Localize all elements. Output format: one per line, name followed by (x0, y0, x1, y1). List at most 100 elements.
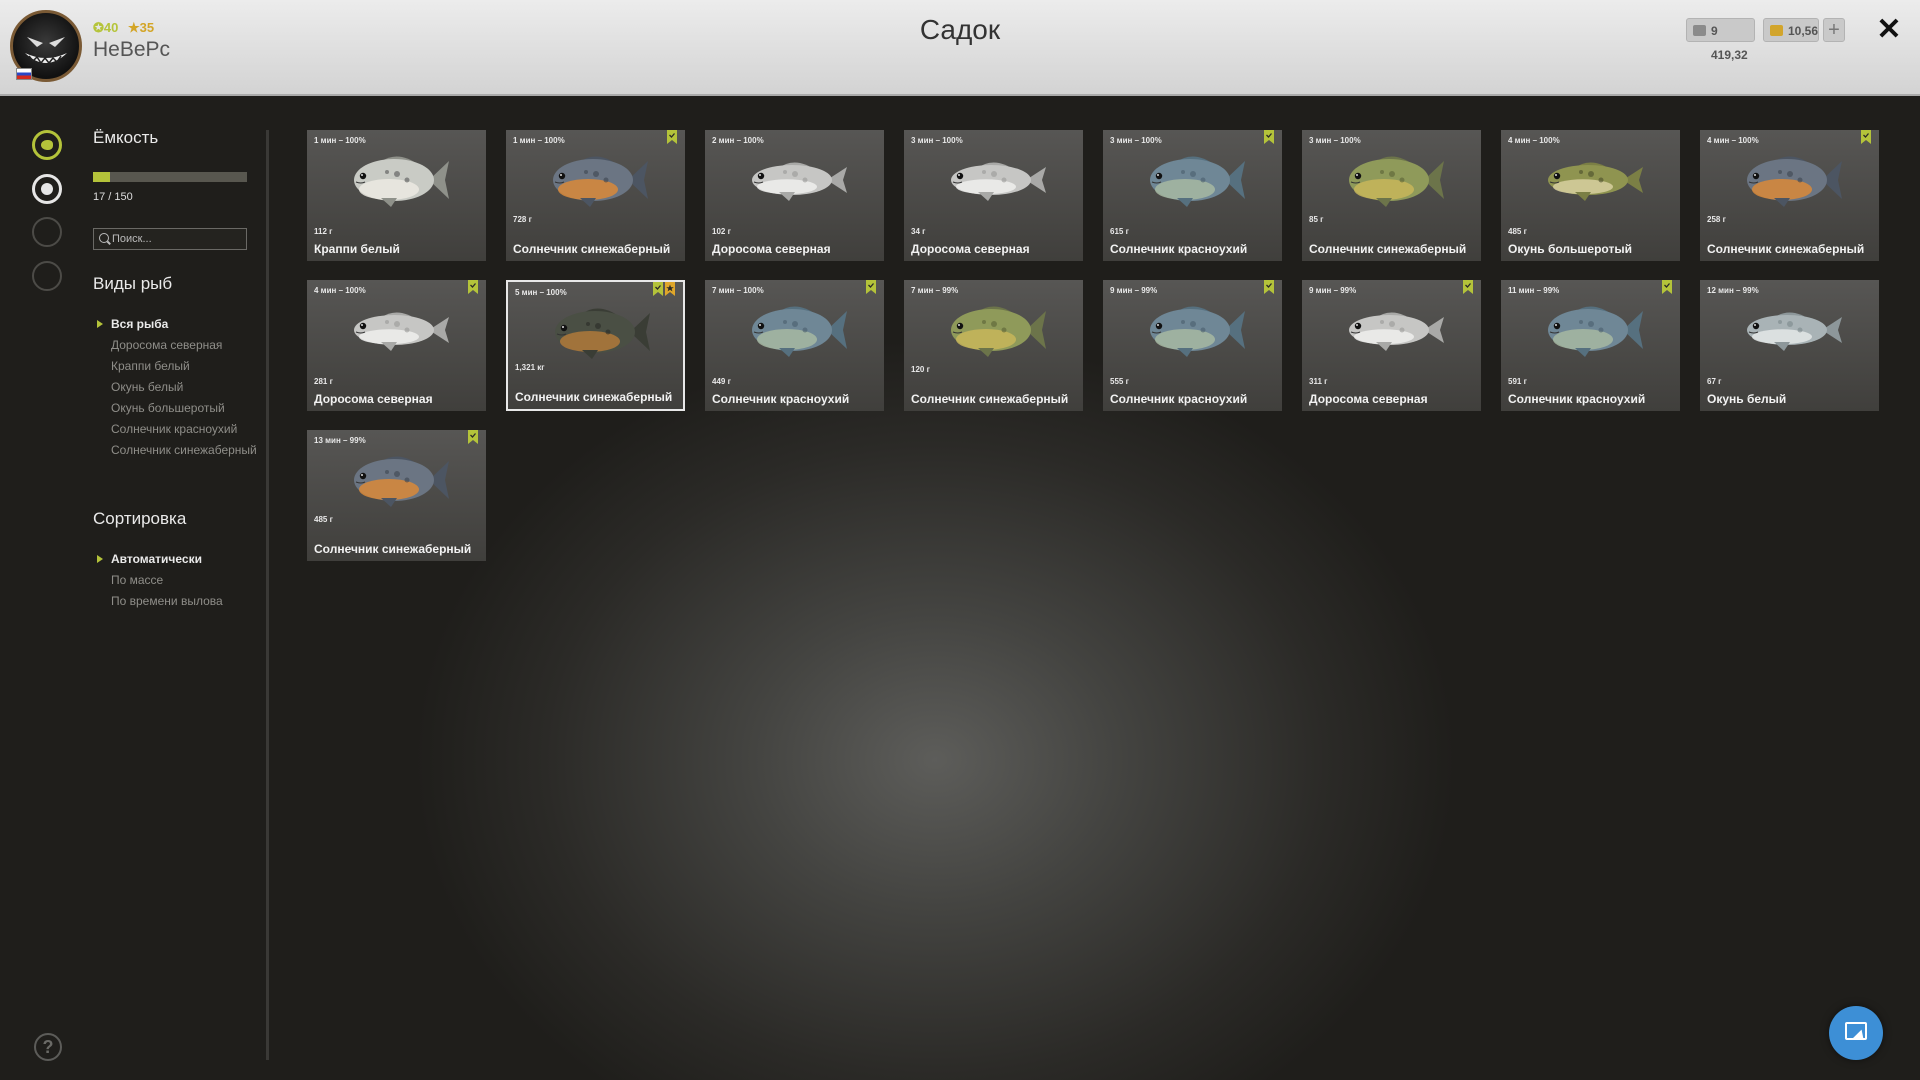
catch-time: 3 мин – 100% (1309, 136, 1361, 145)
fish-card[interactable]: 12 мин – 99% 67 г Окунь белый (1700, 280, 1879, 411)
fish-image (339, 450, 454, 510)
catch-time: 7 мин – 99% (911, 286, 959, 295)
fish-weight: 85 г (1309, 215, 1324, 224)
fish-weight: 615 г (1110, 227, 1129, 236)
fish-card[interactable]: 2 мин – 100% 102 г Доросома северная (705, 130, 884, 261)
favorite-star-icon[interactable] (665, 282, 675, 296)
search-input[interactable] (112, 229, 242, 249)
fish-weight: 311 г (1309, 377, 1328, 386)
sort-option-item[interactable]: По времени вылова (111, 595, 261, 608)
fish-name: Солнечник синежаберный (314, 542, 472, 556)
fish-card[interactable]: 7 мин – 100% 449 г Солнечник красноухий (705, 280, 884, 411)
keepnet-fish-icon[interactable] (32, 130, 62, 160)
fish-image (1533, 300, 1648, 360)
cursor-mode-button[interactable] (1829, 1006, 1883, 1060)
species-filter-item[interactable]: Окунь белый (111, 381, 261, 394)
fish-card[interactable]: 5 мин – 100% 1,321 кг Солнечник синежаберн… (506, 280, 685, 411)
fish-card[interactable]: 1 мин – 100% 728 г Солнечник синежаберный (506, 130, 685, 261)
fish-image (936, 300, 1051, 360)
fish-image (737, 150, 852, 210)
keep-flag-icon[interactable] (468, 430, 478, 444)
sort-title: Сортировка (93, 509, 187, 528)
keep-flag-icon[interactable] (468, 280, 478, 294)
fish-card[interactable]: 9 мин – 99% 555 г Солнечник красноухий (1103, 280, 1282, 411)
fish-card[interactable]: 1 мин – 100% 112 г Краппи белый (307, 130, 486, 261)
fish-weight: 449 г (712, 377, 731, 386)
keep-flag-icon[interactable] (866, 280, 876, 294)
search-box[interactable] (93, 228, 247, 250)
capacity-bar-fill (93, 172, 111, 182)
fish-card[interactable]: 3 мин – 100% 85 г Солнечник синежаберный (1302, 130, 1481, 261)
sort-list: Автоматически По массе По времени вылова (97, 553, 261, 616)
catch-time: 4 мин – 100% (1707, 136, 1759, 145)
fish-name: Солнечник синежаберный (1707, 242, 1865, 256)
fish-name: Солнечник красноухий (712, 392, 850, 406)
fish-name: Солнечник красноухий (1110, 392, 1248, 406)
fish-card[interactable]: 3 мин – 100% 615 г Солнечник красноухий (1103, 130, 1282, 261)
fish-image (1732, 300, 1847, 360)
species-filter-item[interactable]: Доросома северная (111, 339, 261, 352)
fish-card[interactable]: 11 мин – 99% 591 г Солнечник красноухий (1501, 280, 1680, 411)
fish-image (1135, 300, 1250, 360)
fish-image (1135, 150, 1250, 210)
help-button[interactable]: ? (34, 1033, 62, 1061)
add-currency-button[interactable]: + (1823, 18, 1845, 42)
fish-image (737, 300, 852, 360)
bait-icon[interactable] (32, 174, 62, 204)
keep-flag-icon[interactable] (1662, 280, 1672, 294)
species-title: Виды рыб (93, 274, 173, 293)
species-filter-item[interactable]: Солнечник красноухий (111, 423, 261, 436)
keep-flag-icon[interactable] (1463, 280, 1473, 294)
fish-card[interactable]: 9 мин – 99% 311 г Доросома северная (1302, 280, 1481, 411)
fish-image (540, 302, 655, 362)
fish-card[interactable]: 4 мин – 100% 258 г Солнечник синежаберный (1700, 130, 1879, 261)
catch-time: 4 мин – 100% (314, 286, 366, 295)
fish-card[interactable]: 3 мин – 100% 34 г Доросома северная (904, 130, 1083, 261)
fish-image (936, 150, 1051, 210)
capacity-title: Ёмкость (93, 128, 159, 147)
fish-weight: 102 г (712, 227, 731, 236)
search-icon (99, 233, 109, 243)
fish-name: Солнечник красноухий (1110, 242, 1248, 256)
trophy-icon[interactable] (32, 217, 62, 247)
fish-name: Доросома северная (1309, 392, 1428, 406)
species-filter-item[interactable]: Краппи белый (111, 360, 261, 373)
keep-flag-icon[interactable] (1264, 280, 1274, 294)
fish-card[interactable]: 4 мин – 100% 485 г Окунь большеротый (1501, 130, 1680, 261)
fish-image (339, 150, 454, 210)
fish-card[interactable]: 7 мин – 99% 120 г Солнечник синежаберный (904, 280, 1083, 411)
fish-name: Окунь большеротый (1508, 242, 1632, 256)
catch-time: 1 мин – 100% (513, 136, 565, 145)
keep-flag-icon[interactable] (653, 282, 663, 296)
close-button[interactable]: ✕ (1874, 14, 1904, 46)
fish-card[interactable]: 4 мин – 100% 281 г Доросома северная (307, 280, 486, 411)
fish-image (1334, 150, 1449, 210)
fish-name: Доросома северная (314, 392, 433, 406)
country-flag-icon (16, 68, 32, 80)
stats-icon[interactable] (32, 261, 62, 291)
silver-balance: 9 419,32 (1686, 18, 1755, 62)
page-title: Садок (919, 14, 1001, 45)
fish-card[interactable]: 13 мин – 99% 485 г Солнечник синежаберный (307, 430, 486, 561)
fish-name: Доросома северная (712, 242, 831, 256)
catch-time: 1 мин – 100% (314, 136, 366, 145)
fish-image (1732, 150, 1847, 210)
fish-name: Окунь белый (1707, 392, 1787, 406)
sort-option-item[interactable]: Автоматически (97, 553, 261, 566)
species-filter-item[interactable]: Окунь большеротый (111, 402, 261, 415)
catch-time: 11 мин – 99% (1508, 286, 1560, 295)
keep-flag-icon[interactable] (1264, 130, 1274, 144)
fish-weight: 1,321 кг (515, 363, 545, 372)
gold-coin-icon (1770, 25, 1783, 36)
species-filter-item[interactable]: Солнечник синежаберный (111, 444, 261, 457)
fish-weight: 281 г (314, 377, 333, 386)
species-filter-item[interactable]: Вся рыба (97, 318, 261, 331)
catch-time: 2 мин – 100% (712, 136, 764, 145)
fish-weight: 258 г (1707, 215, 1726, 224)
keep-flag-icon[interactable] (1861, 130, 1871, 144)
fish-image (1533, 150, 1648, 210)
sort-option-item[interactable]: По массе (111, 574, 261, 587)
keep-flag-icon[interactable] (667, 130, 677, 144)
fish-image (538, 150, 653, 210)
silver-coin-icon (1693, 25, 1706, 36)
